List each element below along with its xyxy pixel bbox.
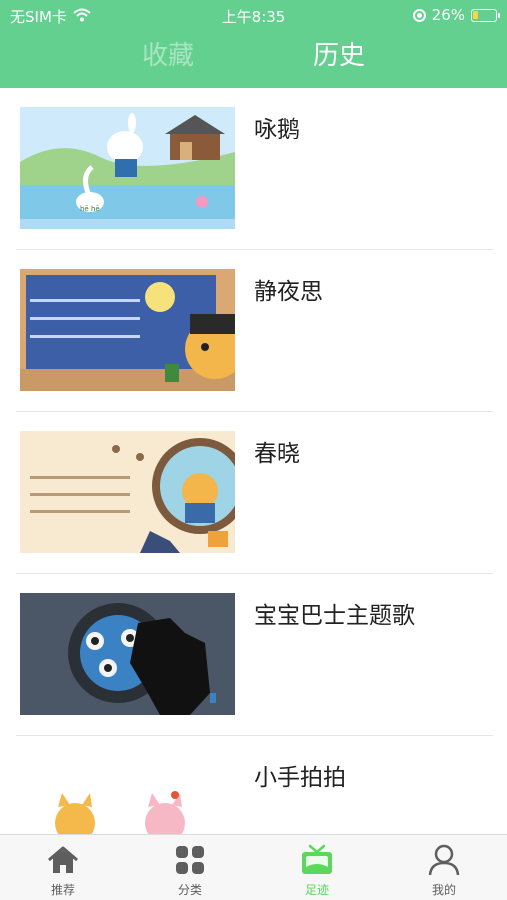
- list-item[interactable]: 宝宝巴士主题歌: [0, 574, 507, 736]
- video-thumbnail: hē hē: [20, 107, 235, 229]
- list-item[interactable]: 小手拍拍: [0, 736, 507, 834]
- list-item[interactable]: 静夜思: [0, 250, 507, 412]
- nav-label: 分类: [177, 883, 202, 897]
- nav-item-mine[interactable]: 我的: [381, 835, 507, 900]
- item-title: 春晓: [254, 441, 300, 467]
- home-icon: [46, 843, 80, 877]
- video-thumbnail: [20, 593, 235, 715]
- battery-charging-icon: [471, 8, 500, 22]
- video-thumbnail: [20, 755, 235, 834]
- nav-item-category[interactable]: 分类: [127, 835, 253, 900]
- item-title: 宝宝巴士主题歌: [254, 603, 415, 629]
- nav-label: 我的: [431, 883, 456, 897]
- nav-item-footprint[interactable]: 足迹: [254, 835, 380, 900]
- nav-label: 足迹: [304, 883, 329, 897]
- tab-history[interactable]: 历史: [313, 36, 365, 76]
- nav-label: 推荐: [50, 883, 75, 897]
- video-thumbnail: [20, 431, 235, 553]
- list-item[interactable]: hē hē 咏鹅: [0, 88, 507, 250]
- video-thumbnail: [20, 269, 235, 391]
- orientation-lock-icon: [412, 8, 426, 22]
- nav-item-recommend[interactable]: 推荐: [0, 835, 126, 900]
- status-bar: 无SIM卡 上午8:35 26%: [0, 0, 507, 30]
- item-title: 静夜思: [254, 279, 323, 305]
- list-item[interactable]: 春晓: [0, 412, 507, 574]
- item-title: 小手拍拍: [254, 765, 346, 791]
- battery-percent: 26%: [431, 6, 465, 24]
- item-title: 咏鹅: [254, 117, 300, 143]
- tab-favorites[interactable]: 收藏: [142, 36, 194, 76]
- history-list: hē hē 咏鹅 静夜思 春晓 宝宝巴士主题歌 小手拍拍: [0, 88, 507, 834]
- bottom-nav: 推荐 分类 足迹 我的: [0, 834, 507, 900]
- header-tabs: 收藏 历史: [0, 36, 507, 76]
- thumb-caption: hē hē: [80, 205, 100, 213]
- user-icon: [427, 843, 461, 877]
- grid-icon: [173, 843, 207, 877]
- tv-icon: [300, 843, 334, 877]
- app-header: 无SIM卡 上午8:35 26% 收藏 历史: [0, 0, 507, 88]
